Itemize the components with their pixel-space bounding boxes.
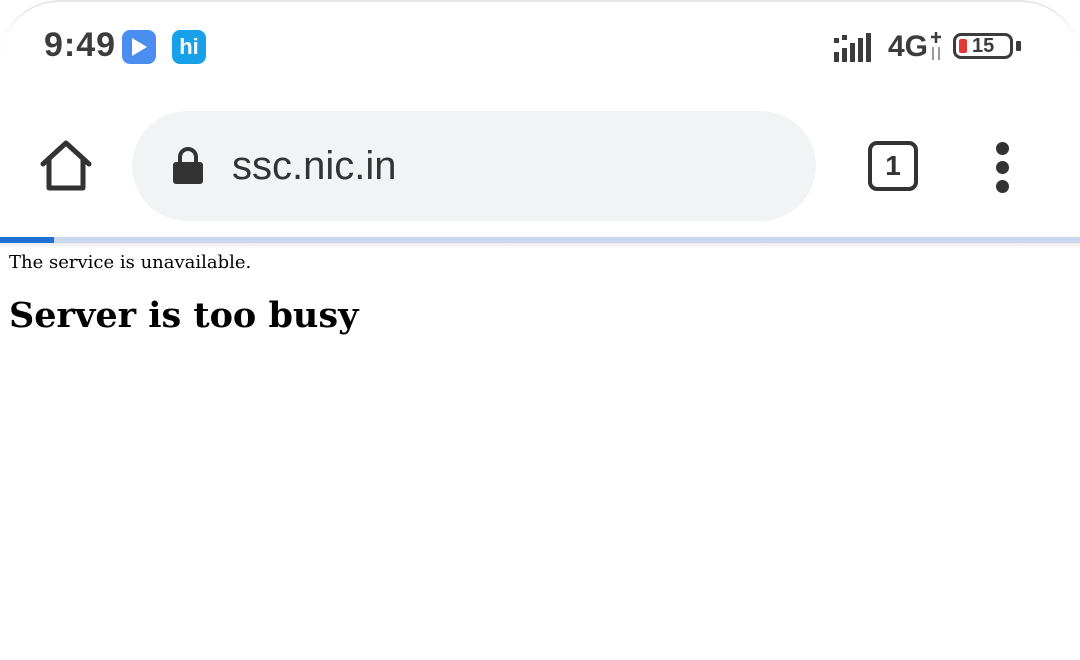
- hi-app-icon: hi: [172, 30, 206, 64]
- battery-icon: 15: [953, 33, 1013, 59]
- home-button[interactable]: [38, 138, 94, 194]
- battery-cap: [1016, 41, 1021, 51]
- signal-strength-icon: [834, 33, 871, 62]
- url-text[interactable]: ssc.nic.in: [232, 144, 397, 189]
- play-app-icon: [122, 30, 156, 64]
- network-type: 4G: [888, 30, 929, 63]
- menu-dot: [996, 161, 1009, 174]
- battery-level: 15: [972, 35, 995, 57]
- menu-dot: [996, 180, 1009, 193]
- more-vert-icon[interactable]: [990, 140, 1016, 194]
- address-bar[interactable]: ssc.nic.in: [132, 111, 816, 221]
- data-activity-icon: [931, 32, 941, 60]
- menu-dot: [996, 142, 1009, 155]
- battery-level-fill: [959, 39, 967, 53]
- home-icon: [40, 140, 92, 191]
- error-heading: Server is too busy: [9, 295, 359, 336]
- tab-switcher-button[interactable]: 1: [868, 141, 918, 191]
- tab-count: 1: [885, 150, 901, 181]
- page-content: The service is unavailable. Server is to…: [9, 248, 1080, 336]
- lock-icon[interactable]: [172, 147, 204, 185]
- hi-app-icon-text: hi: [179, 34, 199, 59]
- error-message: The service is unavailable.: [9, 252, 252, 273]
- status-time: 9:49: [44, 26, 117, 64]
- status-bar: 9:49 hi 4G 15: [0, 0, 1080, 95]
